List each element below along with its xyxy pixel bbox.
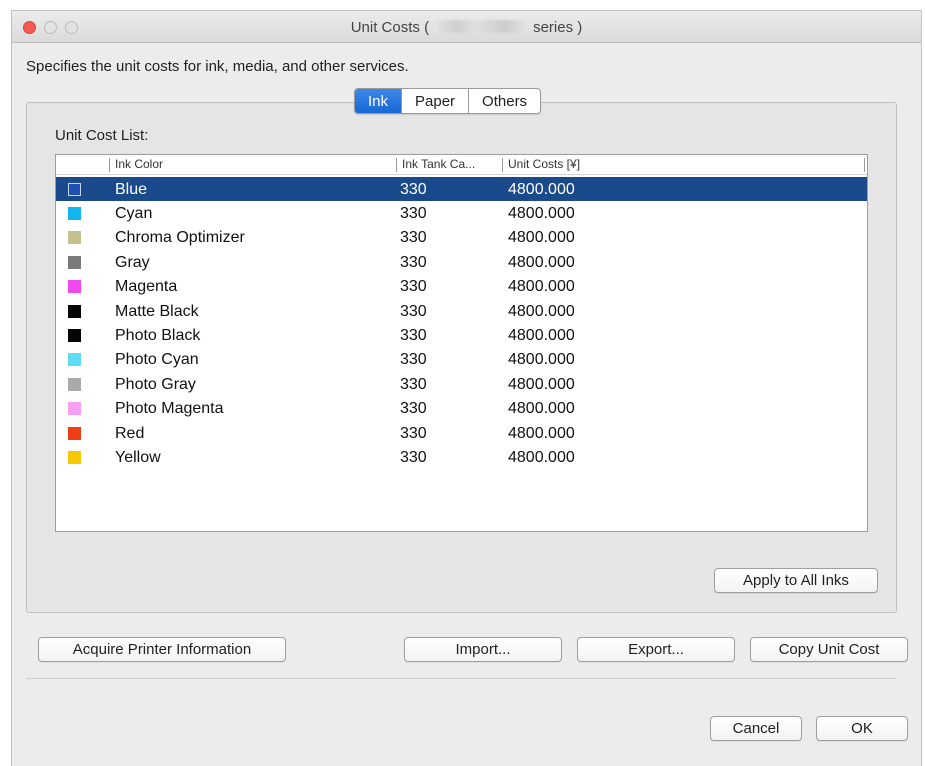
- ink-color-name: Magenta: [115, 278, 178, 296]
- ink-color-swatch: [68, 182, 81, 196]
- ink-color-swatch: [68, 353, 81, 367]
- unit-cost-value: 4800.000: [508, 424, 575, 442]
- ink-color-name: Matte Black: [115, 302, 199, 320]
- table-row[interactable]: Chroma Optimizer 330 4800.000: [56, 225, 867, 249]
- tab-bar: Ink Paper Others: [354, 88, 542, 114]
- ink-color-name: Photo Black: [115, 326, 201, 344]
- ink-color-name: Red: [115, 424, 145, 442]
- column-separator[interactable]: [396, 158, 397, 172]
- ink-color-swatch: [68, 402, 81, 416]
- ink-tank-capacity: 330: [400, 400, 427, 418]
- ink-tank-capacity: 330: [400, 253, 427, 271]
- ink-color-name: Chroma Optimizer: [115, 229, 245, 247]
- table-row[interactable]: Magenta 330 4800.000: [56, 274, 867, 298]
- ink-tank-capacity: 330: [400, 229, 427, 247]
- title-bar: Unit Costs ( series ): [12, 11, 921, 43]
- table-row[interactable]: Photo Gray 330 4800.000: [56, 372, 867, 396]
- unit-cost-value: 4800.000: [508, 326, 575, 344]
- column-separator[interactable]: [109, 158, 110, 172]
- tab-others[interactable]: Others: [468, 89, 540, 113]
- ink-color-swatch: [68, 255, 81, 269]
- table-row[interactable]: Cyan 330 4800.000: [56, 201, 867, 225]
- table-header: Ink Color Ink Tank Ca... Unit Costs [¥]: [56, 155, 867, 175]
- ink-tank-capacity: 330: [400, 302, 427, 320]
- ink-color-swatch: [68, 377, 81, 391]
- table-row[interactable]: Yellow 330 4800.000: [56, 445, 867, 469]
- ink-tank-capacity: 330: [400, 351, 427, 369]
- unit-cost-value: 4800.000: [508, 278, 575, 296]
- column-header-ink-color[interactable]: Ink Color: [115, 157, 163, 171]
- unit-cost-value: 4800.000: [508, 204, 575, 222]
- cancel-button[interactable]: Cancel: [710, 716, 802, 741]
- ink-tank-capacity: 330: [400, 204, 427, 222]
- ink-color-swatch: [68, 304, 81, 318]
- unit-cost-value: 4800.000: [508, 253, 575, 271]
- unit-cost-value: 4800.000: [508, 375, 575, 393]
- ink-tank-capacity: 330: [400, 278, 427, 296]
- column-header-unit-costs[interactable]: Unit Costs [¥]: [508, 157, 580, 171]
- ink-color-name: Yellow: [115, 448, 161, 466]
- import-button[interactable]: Import...: [404, 637, 562, 662]
- acquire-printer-information-button[interactable]: Acquire Printer Information: [38, 637, 286, 662]
- table-row[interactable]: Red 330 4800.000: [56, 421, 867, 445]
- column-header-ink-tank-capacity[interactable]: Ink Tank Ca...: [402, 157, 475, 171]
- table-row[interactable]: Photo Magenta 330 4800.000: [56, 396, 867, 420]
- ink-tank-capacity: 330: [400, 448, 427, 466]
- ink-color-name: Photo Gray: [115, 375, 196, 393]
- ink-color-swatch: [68, 328, 81, 342]
- ok-button[interactable]: OK: [816, 716, 908, 741]
- ink-color-swatch: [68, 280, 81, 294]
- export-button[interactable]: Export...: [577, 637, 735, 662]
- divider: [26, 678, 897, 679]
- ink-color-swatch: [68, 450, 81, 464]
- unit-cost-list-label: Unit Cost List:: [55, 127, 149, 144]
- apply-to-all-inks-button[interactable]: Apply to All Inks: [714, 568, 878, 593]
- ink-color-name: Photo Magenta: [115, 400, 224, 418]
- window-title-prefix: Unit Costs (: [350, 19, 430, 36]
- redacted-model-name: [433, 20, 530, 33]
- table-row[interactable]: Matte Black 330 4800.000: [56, 299, 867, 323]
- description-text: Specifies the unit costs for ink, media,…: [26, 58, 409, 75]
- unit-cost-value: 4800.000: [508, 448, 575, 466]
- column-separator[interactable]: [502, 158, 503, 172]
- ink-tank-capacity: 330: [400, 180, 427, 198]
- ink-tank-capacity: 330: [400, 375, 427, 393]
- ink-tank-capacity: 330: [400, 424, 427, 442]
- table-row[interactable]: Photo Cyan 330 4800.000: [56, 347, 867, 371]
- unit-cost-table[interactable]: Ink Color Ink Tank Ca... Unit Costs [¥] …: [55, 154, 868, 532]
- window-title: Unit Costs ( series ): [12, 19, 921, 36]
- ink-color-swatch: [68, 231, 81, 245]
- ink-color-name: Photo Cyan: [115, 351, 199, 369]
- column-separator[interactable]: [864, 158, 865, 172]
- unit-cost-value: 4800.000: [508, 180, 575, 198]
- tab-ink[interactable]: Ink: [355, 89, 402, 113]
- table-row[interactable]: Gray 330 4800.000: [56, 250, 867, 274]
- table-row[interactable]: Photo Black 330 4800.000: [56, 323, 867, 347]
- copy-unit-cost-button[interactable]: Copy Unit Cost: [750, 637, 908, 662]
- unit-cost-value: 4800.000: [508, 302, 575, 320]
- ink-color-swatch: [68, 206, 81, 220]
- tab-paper[interactable]: Paper: [401, 89, 468, 113]
- ink-color-name: Blue: [115, 180, 148, 198]
- unit-cost-value: 4800.000: [508, 351, 575, 369]
- ink-tank-capacity: 330: [400, 326, 427, 344]
- table-row[interactable]: Blue 330 4800.000: [56, 176, 867, 201]
- ink-color-name: Cyan: [115, 204, 153, 222]
- unit-cost-value: 4800.000: [508, 400, 575, 418]
- ink-color-swatch: [68, 426, 81, 440]
- ink-color-name: Gray: [115, 253, 150, 271]
- unit-cost-value: 4800.000: [508, 229, 575, 247]
- window-title-suffix: series ): [533, 19, 583, 36]
